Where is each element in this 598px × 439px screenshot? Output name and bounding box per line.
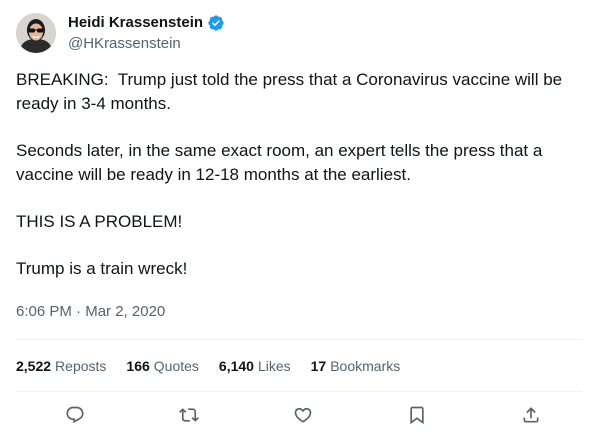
tweet-time: 6:06 PM — [16, 303, 72, 320]
reply-icon — [66, 406, 84, 424]
quotes-stat[interactable]: 166 Quotes — [126, 356, 199, 376]
heart-icon — [294, 407, 312, 423]
timestamp-separator: · — [76, 303, 82, 320]
quotes-label: Quotes — [153, 358, 199, 374]
avatar-image — [16, 13, 56, 53]
divider — [16, 391, 582, 392]
tweet-paragraph: Seconds later, in the same exact room, a… — [16, 141, 548, 184]
tweet-timestamp[interactable]: 6:06 PM · Mar 2, 2020 — [16, 302, 165, 322]
tweet-paragraph: BREAKING: Trump just told the press that… — [16, 70, 567, 113]
likes-count: 6,140 — [218, 358, 254, 374]
share-button[interactable] — [520, 404, 542, 426]
reposts-count: 2,522 — [16, 358, 52, 374]
tweet-actions — [64, 404, 542, 426]
name-row: Heidi Krassenstein — [68, 13, 225, 33]
avatar[interactable] — [16, 13, 56, 53]
bookmarks-label: Bookmarks — [330, 358, 401, 374]
tweet-paragraph: Trump is a train wreck! — [16, 259, 188, 278]
repost-icon — [179, 408, 199, 422]
bookmarks-stat[interactable]: 17 Bookmarks — [311, 356, 401, 376]
tweet-card: Heidi Krassenstein @HKrassenstein BREAKI… — [0, 0, 598, 439]
reposts-stat[interactable]: 2,522 Reposts — [16, 356, 106, 376]
bookmarks-count: 17 — [310, 358, 327, 374]
tweet-header: Heidi Krassenstein @HKrassenstein — [16, 13, 576, 53]
tweet-text: BREAKING: Trump just told the press that… — [16, 68, 582, 281]
author-handle[interactable]: @HKrassenstein — [68, 34, 225, 54]
bookmark-icon — [410, 406, 424, 425]
quotes-count: 166 — [126, 358, 150, 374]
author-display-name[interactable]: Heidi Krassenstein — [68, 13, 203, 33]
likes-label: Likes — [257, 358, 291, 374]
repost-button[interactable] — [178, 404, 200, 426]
author-info: Heidi Krassenstein @HKrassenstein — [68, 13, 225, 54]
tweet-date: Mar 2, 2020 — [85, 303, 166, 320]
reply-button[interactable] — [64, 404, 86, 426]
bookmark-button[interactable] — [406, 404, 428, 426]
verified-badge-icon[interactable] — [207, 14, 225, 32]
engagement-stats: 2,522 Reposts 166 Quotes 6,140 Likes 17 Book… — [16, 356, 420, 376]
share-icon — [523, 407, 539, 423]
likes-stat[interactable]: 6,140 Likes — [219, 356, 291, 376]
divider — [16, 339, 582, 340]
reposts-label: Reposts — [55, 358, 107, 374]
tweet-paragraph: THIS IS A PROBLEM! — [16, 212, 183, 231]
like-button[interactable] — [292, 404, 314, 426]
